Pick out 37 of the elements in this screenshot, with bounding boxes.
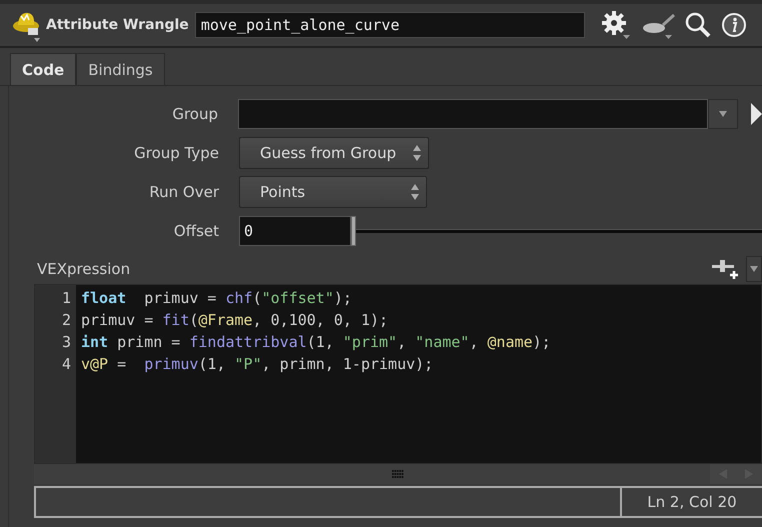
spinner-arrows-icon	[412, 144, 422, 162]
parameter-label: Offset	[172, 222, 219, 240]
slider-thumb[interactable]	[351, 216, 356, 246]
tab[interactable]: Bindings	[76, 53, 165, 85]
info-icon[interactable]	[720, 12, 747, 38]
tab[interactable]: Code	[10, 53, 76, 85]
code-editor[interactable]: 1 2 3 4 float primuv = chf("offset"); primuv = fit(@Frame, 0,100, 0, 1); int primn = findattribval(1, "prim", "name", @name); v@P = primuv(1, "P", primn, 1-primuv);	[34, 284, 762, 464]
gear-icon[interactable]	[600, 10, 631, 40]
cursor-position: Ln 2, Col 20	[646, 492, 738, 513]
search-icon[interactable]	[684, 12, 711, 38]
editor-label: VEXpression	[37, 260, 130, 278]
dropdown-button[interactable]	[708, 98, 738, 128]
code-line: primuv = fit(@Frame, 0,100, 0, 1);	[81, 310, 390, 331]
add-control-icon[interactable]	[710, 257, 740, 281]
code-line: v@P = primuv(1, "P", primn, 1-primuv);	[81, 354, 434, 375]
code-line: float primuv = chf("offset");	[81, 288, 353, 309]
dropdown-menu[interactable]: Points	[239, 176, 427, 208]
parameter-label: Group Type	[133, 144, 219, 162]
line-number: 4	[60, 354, 72, 375]
dropdown-menu[interactable]: Guess from Group	[239, 136, 429, 168]
line-number: 2	[60, 310, 72, 331]
grip-icon[interactable]	[392, 470, 404, 478]
horizontal-scrollbar[interactable]	[34, 464, 762, 484]
line-number: 3	[60, 332, 72, 353]
number-field[interactable]: 0	[239, 216, 351, 246]
parameter-label: Run Over	[148, 182, 219, 200]
group-field[interactable]	[238, 98, 708, 128]
caret-icon	[718, 110, 728, 118]
caret-icon	[750, 266, 758, 272]
node-name-field[interactable]: move_point_alone_curve	[194, 12, 585, 38]
parameter-label: Group	[171, 104, 218, 122]
spinner-arrows-icon	[410, 182, 420, 200]
menu-button[interactable]	[746, 256, 762, 282]
selection-arrow-icon[interactable]	[750, 102, 762, 126]
line-number: 1	[60, 288, 72, 309]
node-type-label: Attribute Wrangle	[46, 17, 189, 33]
code-line: int primn = findattribval(1, "prim", "name", @name);	[81, 332, 552, 353]
